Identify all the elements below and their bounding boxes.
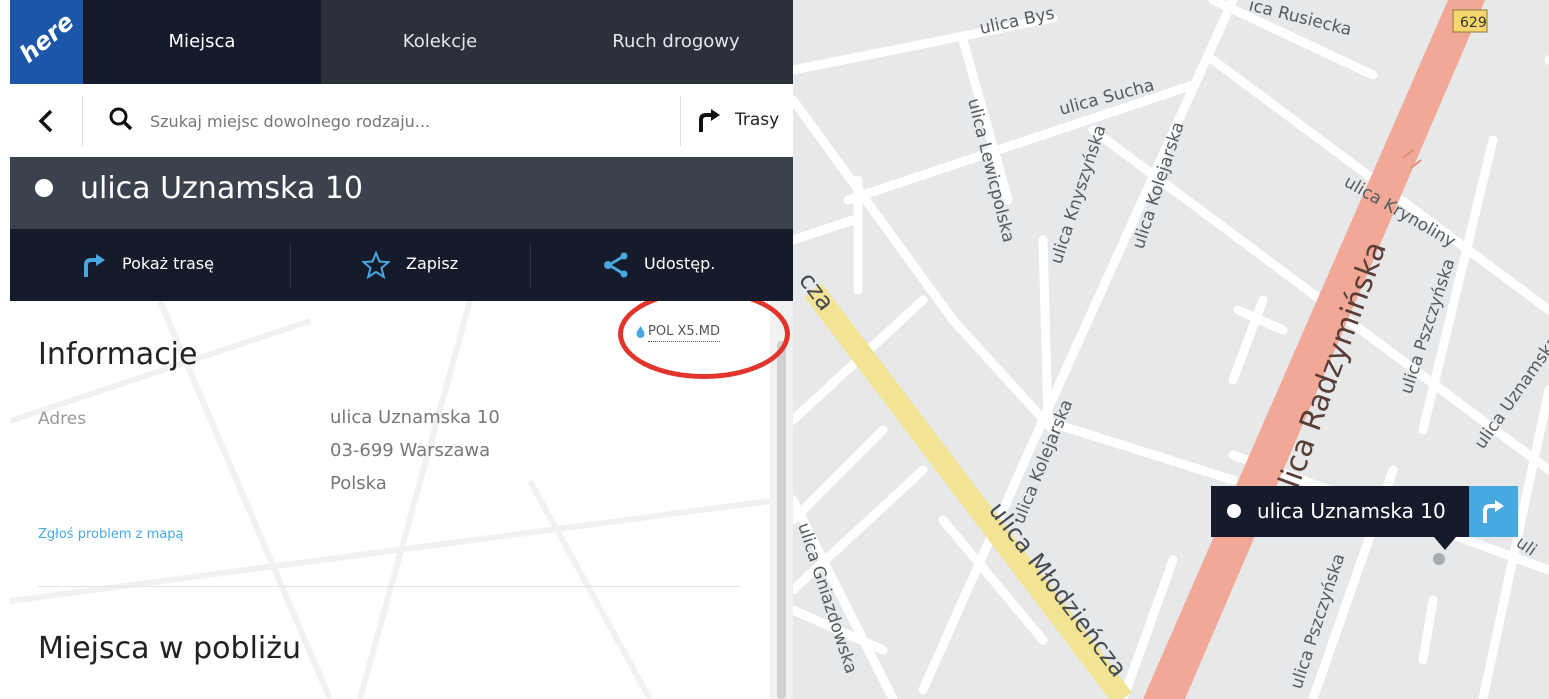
scrollbar-thumb[interactable]	[777, 341, 786, 699]
star-icon	[362, 251, 390, 279]
show-route-label: Pokaż trasę	[122, 254, 214, 273]
nearby-heading: Miejsca w pobliżu	[38, 631, 301, 666]
search-input[interactable]	[148, 104, 672, 138]
divider	[680, 96, 681, 146]
show-route-button[interactable]: Pokaż trasę	[10, 229, 270, 301]
address-line: Polska	[330, 473, 387, 494]
place-details: POL X5.MD Informacje Adres ulica Uznamsk…	[10, 301, 793, 699]
route-arrow-icon	[1483, 500, 1504, 523]
divider	[82, 96, 83, 146]
map-view[interactable]: 629 ulica Bys ica Rusiecka ulica Sucha u…	[793, 0, 1549, 699]
place-header: ulica Uznamska 10	[10, 157, 793, 229]
address-label: Adres	[38, 409, 87, 429]
left-margin	[0, 0, 10, 699]
divider	[530, 243, 531, 287]
tab-traffic[interactable]: Ruch drogowy	[559, 0, 793, 84]
popup-route-button[interactable]	[1469, 486, 1518, 537]
map-canvas[interactable]: 629 ulica Bys ica Rusiecka ulica Sucha u…	[793, 0, 1549, 699]
address-line: ulica Uznamska 10	[330, 407, 500, 428]
street-label: ulica Gniazdowska	[793, 520, 861, 676]
map-pin-popup[interactable]: ulica Uznamska 10	[1211, 486, 1518, 537]
search-bar: Trasy	[10, 84, 793, 158]
route-arrow-icon	[84, 254, 105, 277]
route-shield-label: 629	[1460, 15, 1487, 31]
search-icon[interactable]	[108, 106, 134, 132]
save-button[interactable]: Zapisz	[300, 229, 560, 301]
share-button[interactable]: Udostęp.	[540, 229, 793, 301]
logo-text: here	[14, 7, 80, 69]
route-arrow-icon	[699, 109, 720, 132]
share-label: Udostęp.	[644, 254, 716, 273]
address-line: 03-699 Warszawa	[330, 440, 491, 461]
street-label: ulica Lewicpolska	[963, 96, 1018, 244]
routes-button[interactable]: Trasy	[695, 100, 790, 140]
divider	[38, 586, 740, 587]
place-title: ulica Uznamska 10	[80, 171, 363, 206]
map-pin-marker[interactable]	[1433, 553, 1445, 565]
report-map-problem-link[interactable]: Zgłoś problem z mapą	[38, 527, 183, 542]
save-label: Zapisz	[406, 254, 459, 273]
here-logo[interactable]: here	[10, 0, 83, 84]
street-label: ulica Kolejarska	[1129, 120, 1189, 252]
divider	[290, 243, 291, 287]
chevron-left-icon	[38, 109, 53, 133]
back-button[interactable]	[24, 98, 70, 144]
routes-label: Trasy	[735, 110, 780, 130]
street-label: ulica Knyszyńska	[1047, 123, 1111, 267]
info-heading: Informacje	[38, 337, 198, 372]
side-panel: here Miejsca Kolekcje Ruch drogowy Trasy…	[10, 0, 793, 699]
map-pin-label: ulica Uznamska 10	[1257, 499, 1446, 523]
place-actions: Pokaż trasę Zapisz Udostęp.	[10, 229, 793, 301]
street-label: ulica Bys	[978, 4, 1057, 39]
share-icon	[604, 252, 628, 278]
top-navigation: here Miejsca Kolekcje Ruch drogowy	[10, 0, 793, 84]
place-dot-icon	[35, 179, 53, 197]
tab-collections[interactable]: Kolekcje	[321, 0, 559, 84]
tab-places[interactable]: Miejsca	[83, 0, 321, 84]
pin-dot-icon	[1227, 504, 1241, 518]
popup-pointer	[1434, 537, 1456, 550]
